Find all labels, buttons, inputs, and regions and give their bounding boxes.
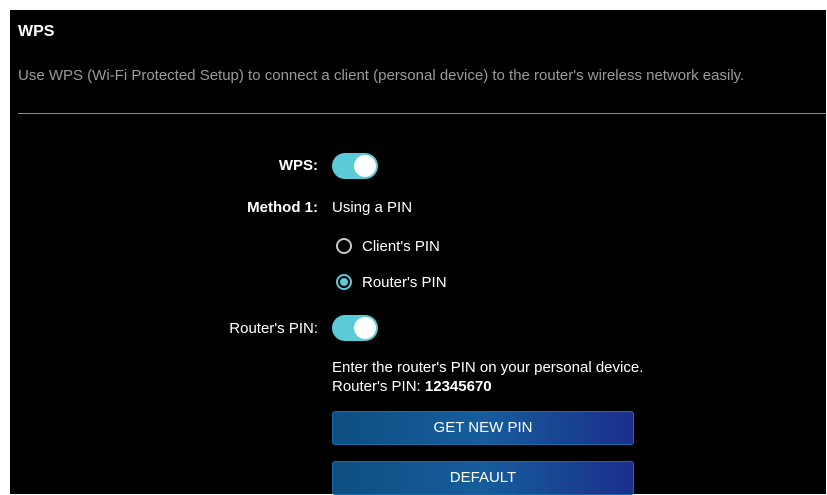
pin-info: Enter the router's PIN on your personal … — [332, 358, 643, 396]
radio-label: Router's PIN — [362, 273, 447, 291]
pin-value: 12345670 — [424, 378, 492, 395]
pin-line: Router's PIN: 12345670 — [332, 377, 643, 396]
page-title: WPS — [18, 23, 55, 40]
wps-toggle[interactable] — [332, 153, 378, 179]
divider — [18, 113, 826, 114]
radio-clients-pin[interactable]: Client's PIN — [336, 236, 440, 256]
wps-label: WPS: — [278, 157, 318, 174]
radio-label: Client's PIN — [362, 237, 440, 255]
pin-instruction: Enter the router's PIN on your personal … — [332, 359, 644, 376]
router-pin-toggle[interactable] — [332, 315, 378, 341]
method-label: Method 1: — [247, 199, 318, 216]
radio-button[interactable] — [336, 238, 352, 254]
wps-panel: WPS Use WPS (Wi-Fi Protected Setup) to c… — [10, 10, 826, 495]
toggle-knob — [354, 155, 376, 177]
toggle-knob — [354, 317, 376, 339]
radio-button-selected[interactable] — [336, 274, 352, 290]
pin-prefix: Router's PIN: — [332, 378, 425, 395]
description-text: Use WPS (Wi-Fi Protected Setup) to conne… — [18, 67, 745, 84]
method-value: Using a PIN — [332, 199, 413, 216]
get-new-pin-button[interactable]: GET NEW PIN — [332, 411, 634, 445]
radio-routers-pin[interactable]: Router's PIN — [336, 272, 447, 292]
router-pin-label: Router's PIN: — [229, 320, 318, 337]
default-button[interactable]: DEFAULT — [332, 461, 634, 495]
